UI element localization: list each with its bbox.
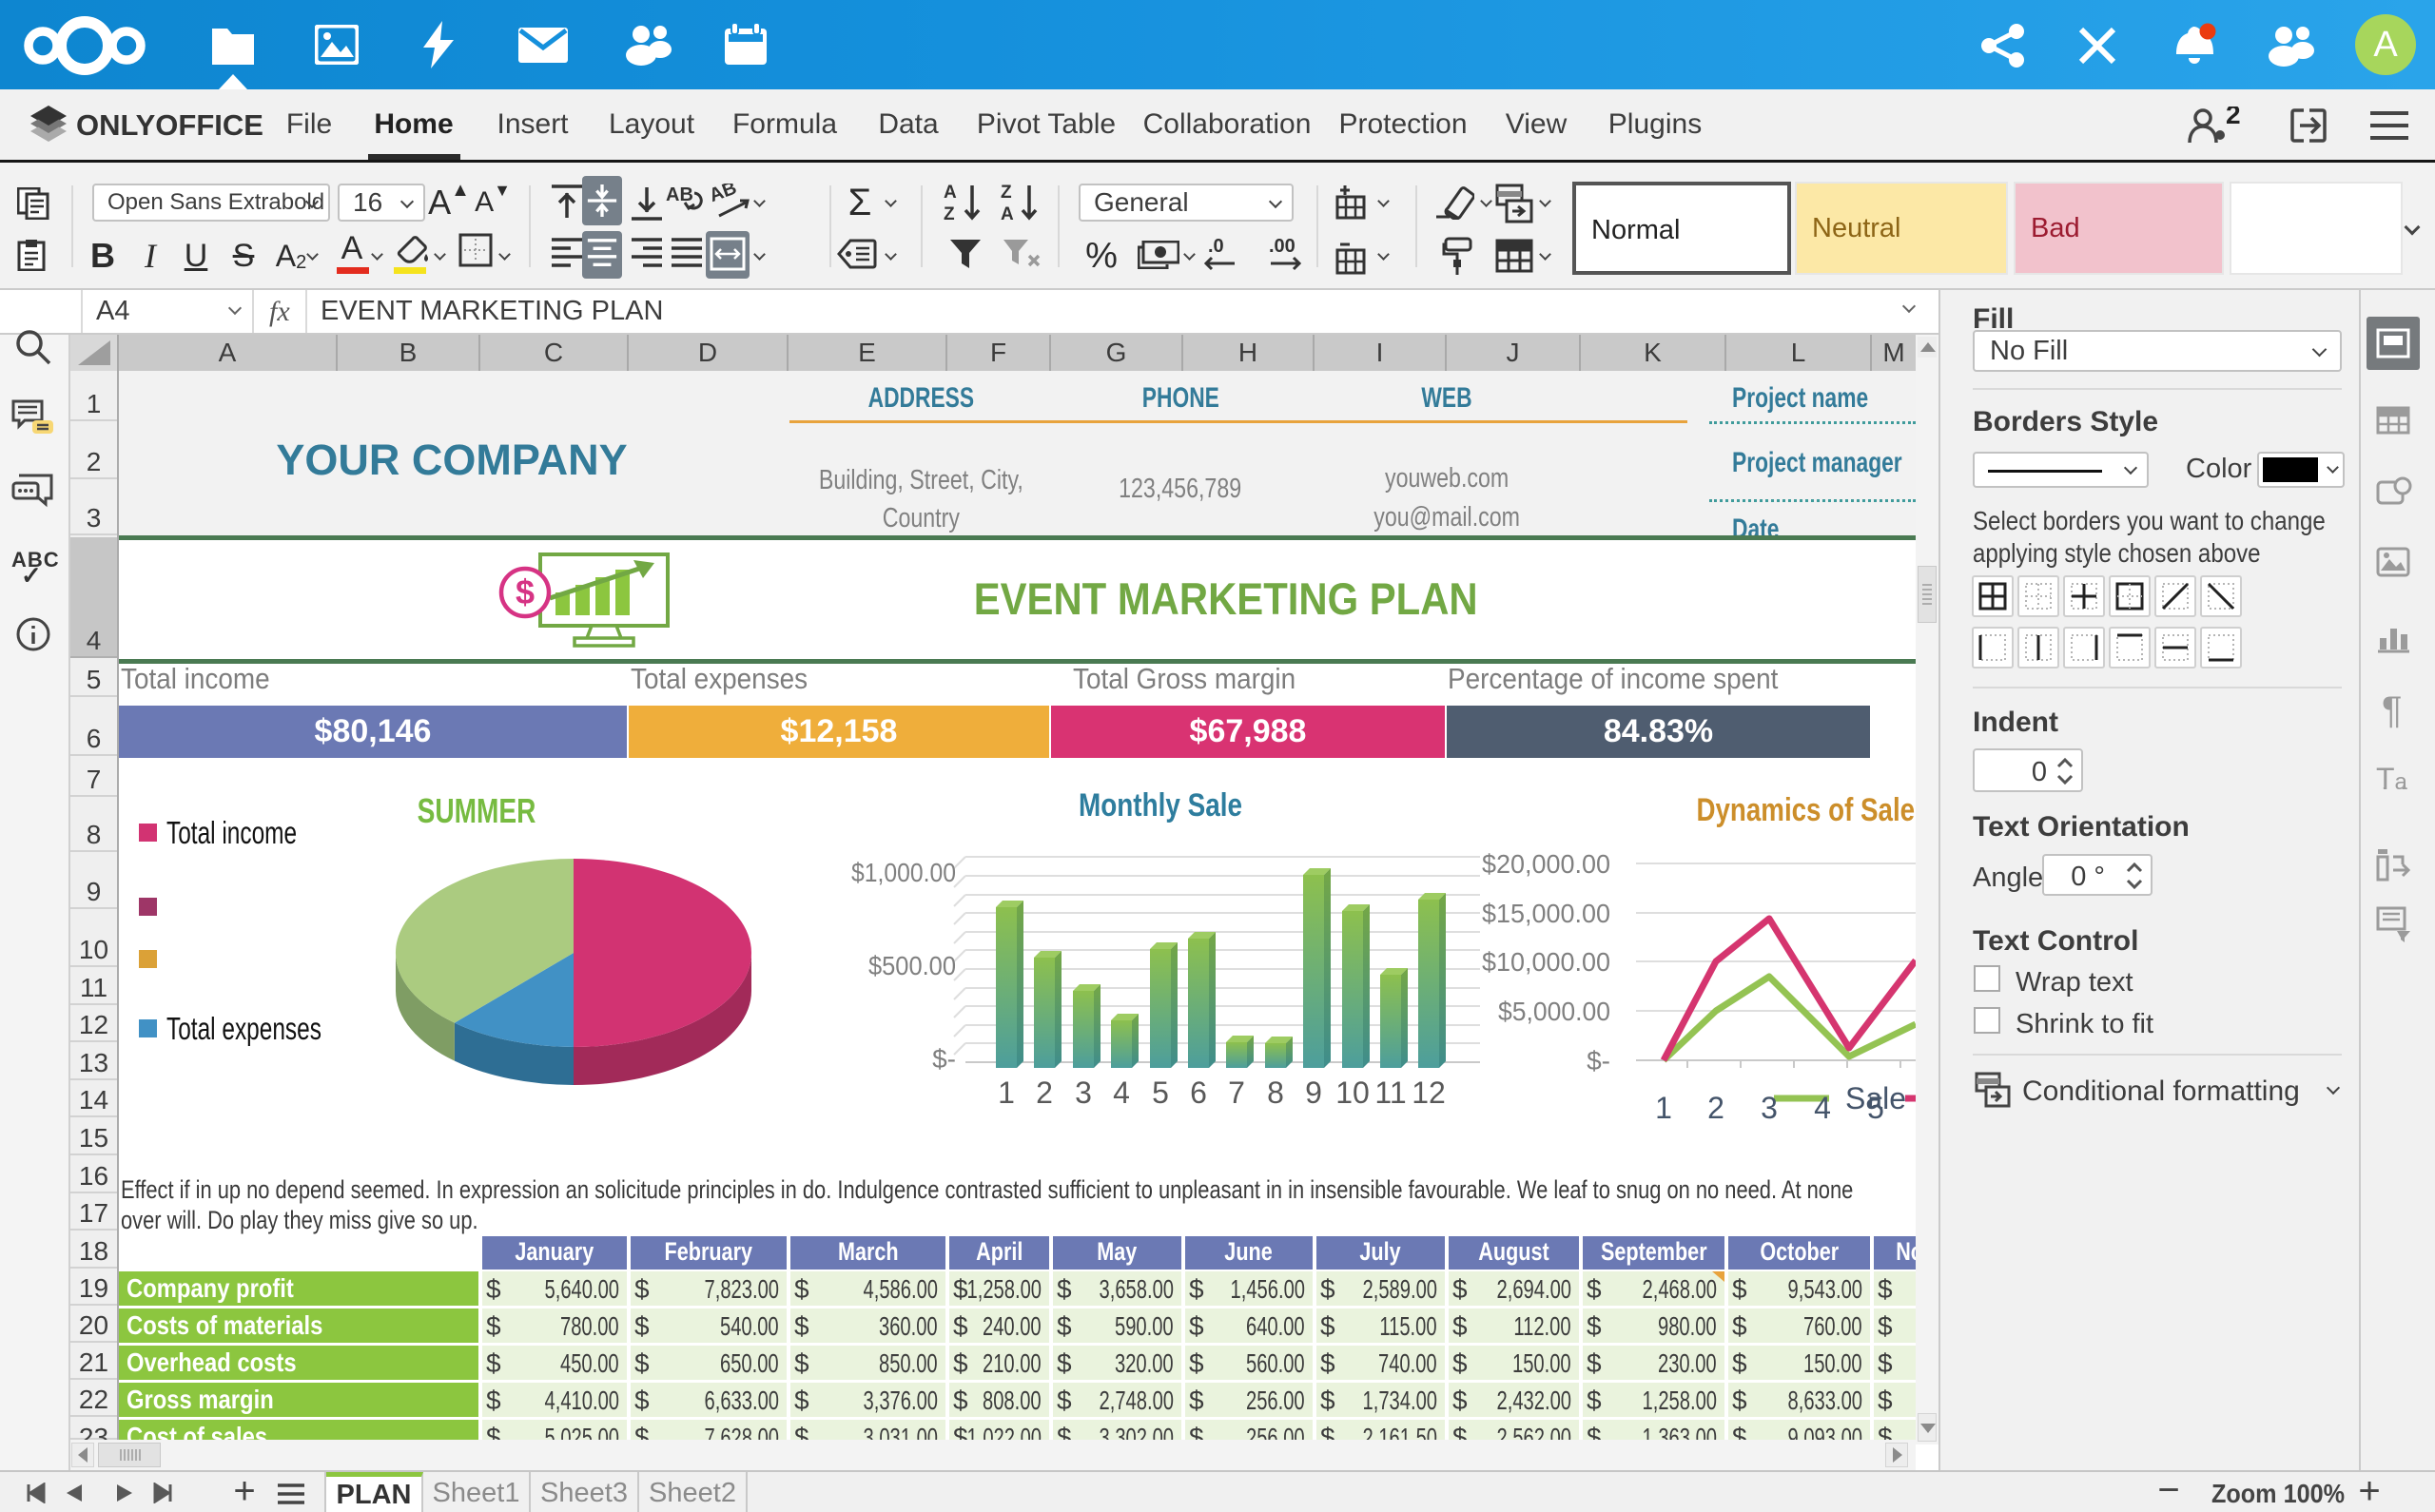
svg-text:Monthly Sale: Monthly Sale: [1079, 789, 1242, 824]
svg-text:3: 3: [1761, 1091, 1778, 1122]
svg-text:2: 2: [1707, 1091, 1724, 1122]
svg-text:8: 8: [1267, 1076, 1284, 1110]
svg-text:A: A: [944, 183, 957, 203]
svg-text:.00: .00: [1269, 237, 1295, 257]
svg-text:$20,000.00: $20,000.00: [1482, 849, 1610, 879]
svg-text:5: 5: [1152, 1076, 1169, 1110]
svg-text:7: 7: [1228, 1076, 1245, 1110]
svg-text:$500.00: $500.00: [868, 951, 956, 980]
svg-text:2: 2: [1036, 1076, 1053, 1110]
svg-text:.0: .0: [1208, 237, 1224, 257]
svg-text:$: $: [516, 572, 535, 611]
svg-text:$15,000.00: $15,000.00: [1482, 899, 1610, 928]
svg-text:4: 4: [1814, 1091, 1831, 1122]
svg-text:3: 3: [1075, 1076, 1092, 1110]
svg-text:Z: Z: [1001, 183, 1012, 203]
svg-text:2: 2: [2226, 107, 2241, 129]
svg-text:9: 9: [1305, 1076, 1322, 1110]
svg-text:AB: AB: [666, 184, 693, 205]
svg-text:1: 1: [998, 1076, 1015, 1110]
svg-text:Dynamics of Sales: Dynamics of Sales: [1697, 792, 1917, 828]
svg-text:AB: AB: [711, 184, 739, 206]
svg-text:$-: $-: [932, 1044, 956, 1074]
svg-text:5: 5: [1867, 1091, 1884, 1122]
svg-text:1: 1: [1655, 1091, 1672, 1122]
svg-text:A: A: [1001, 204, 1014, 223]
svg-text:$10,000.00: $10,000.00: [1482, 947, 1610, 977]
svg-text:$1,000.00: $1,000.00: [851, 858, 956, 887]
svg-text:$5,000.00: $5,000.00: [1498, 997, 1610, 1026]
svg-text:6: 6: [1190, 1076, 1207, 1110]
svg-text:4: 4: [1113, 1076, 1130, 1110]
svg-text:$-: $-: [1587, 1046, 1610, 1076]
svg-text:Z: Z: [944, 204, 955, 223]
